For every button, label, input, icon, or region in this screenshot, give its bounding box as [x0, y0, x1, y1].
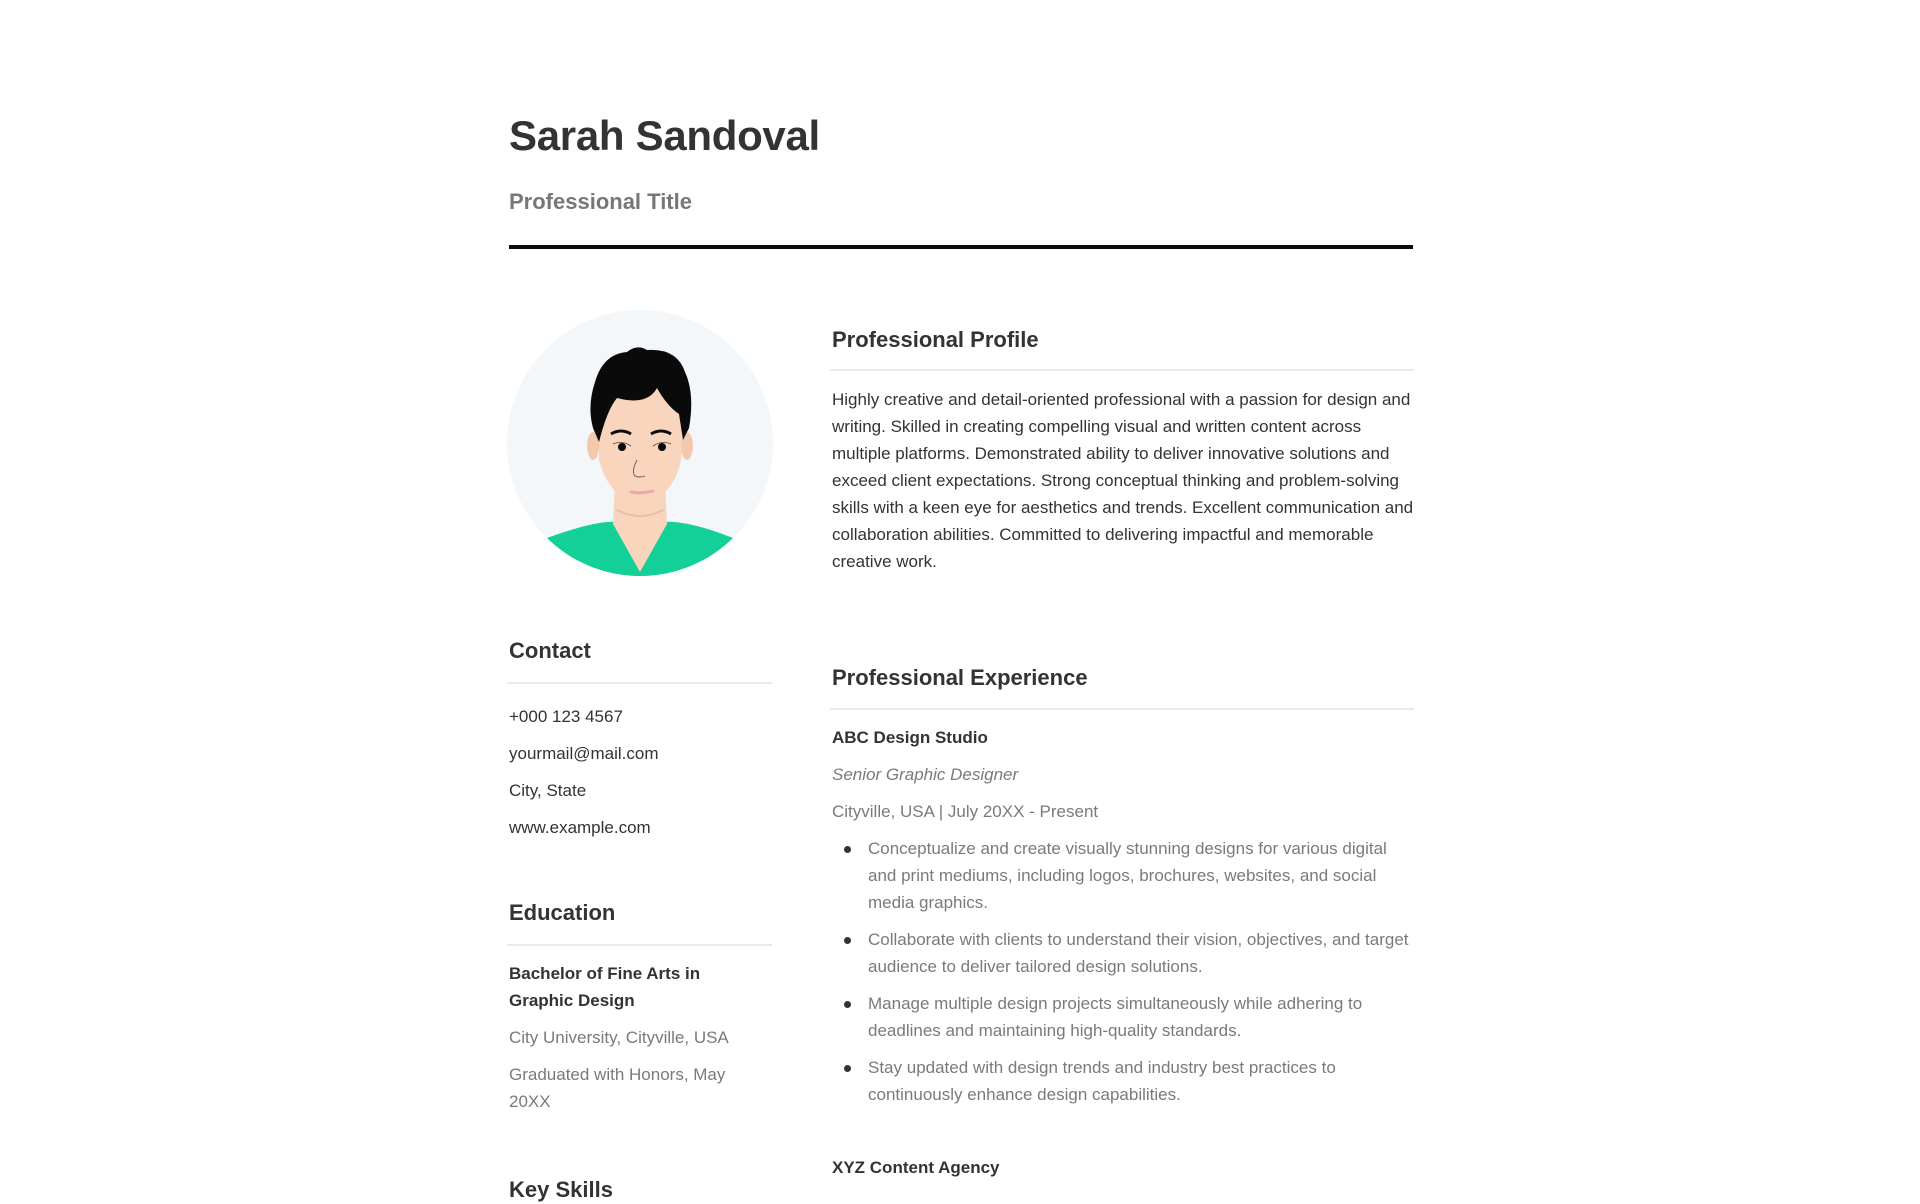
job-bullet: Stay updated with design trends and indu… [832, 1054, 1416, 1108]
job-company: XYZ Content Agency [832, 1158, 1000, 1177]
bullet-dot-icon [844, 846, 851, 853]
job-bullet: Manage multiple design projects simultan… [832, 990, 1416, 1044]
job-bullet: Conceptualize and create visually stunni… [832, 835, 1416, 916]
job-company: ABC Design Studio [832, 728, 988, 747]
job-bullet-text: Stay updated with design trends and indu… [868, 1058, 1336, 1104]
experience-divider [830, 708, 1414, 710]
education-divider [507, 944, 772, 946]
contact-list: +000 123 4567 yourmail@mail.com City, St… [509, 698, 774, 846]
job-role: Senior Graphic Designer [832, 765, 1019, 784]
profile-heading: Professional Profile [832, 327, 1039, 352]
profile-divider [830, 369, 1414, 371]
key-skills-heading: Key Skills [509, 1177, 613, 1202]
bullet-dot-icon [844, 1065, 851, 1072]
contact-heading: Contact [509, 638, 591, 663]
job-bullet-text: Collaborate with clients to understand t… [868, 930, 1409, 976]
education-honors: Graduated with Honors, May 20XX [509, 1065, 726, 1111]
education-school: City University, Cityville, USA [509, 1028, 729, 1047]
professional-title: Professional Title [509, 189, 692, 214]
header-divider [509, 245, 1413, 249]
education-heading: Education [509, 900, 616, 925]
contact-divider [507, 682, 772, 684]
contact-location: City, State [509, 781, 587, 800]
education-degree: Bachelor of Fine Arts in Graphic Design [509, 964, 701, 1010]
contact-email[interactable]: yourmail@mail.com [509, 735, 774, 772]
bullet-dot-icon [844, 937, 851, 944]
job-location-dates: Cityville, USA | July 20XX - Present [832, 802, 1099, 821]
bullet-dot-icon [844, 1001, 851, 1008]
profile-summary: Highly creative and detail-oriented prof… [832, 390, 1414, 571]
job-responsibilities: Conceptualize and create visually stunni… [832, 835, 1416, 1118]
contact-phone: +000 123 4567 [509, 707, 623, 726]
avatar-illustration [507, 310, 773, 576]
job-bullet-text: Manage multiple design projects simultan… [868, 994, 1363, 1040]
resume-name: Sarah Sandoval [509, 112, 820, 159]
contact-website[interactable]: www.example.com [509, 809, 774, 846]
job-bullet: Collaborate with clients to understand t… [832, 926, 1416, 980]
job-bullet-text: Conceptualize and create visually stunni… [868, 839, 1387, 912]
avatar [507, 310, 773, 576]
experience-heading: Professional Experience [832, 665, 1088, 690]
